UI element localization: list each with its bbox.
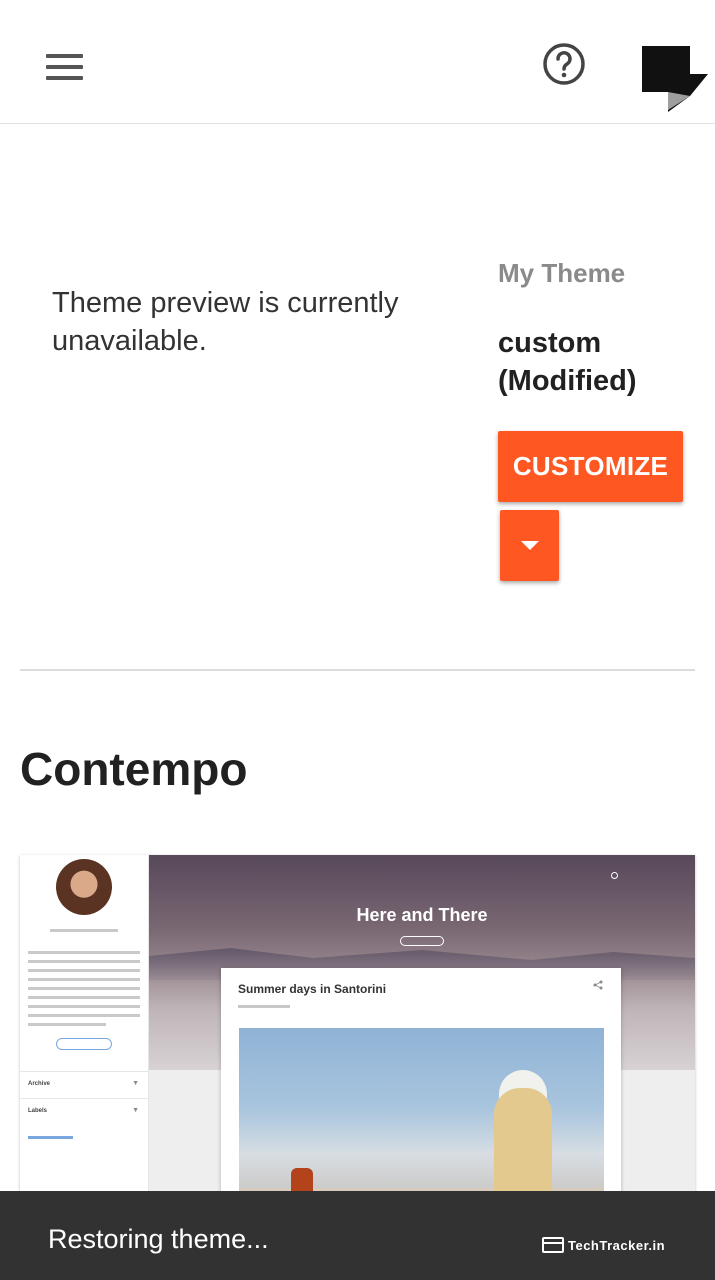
chevron-down-icon: ▼ [132,1107,139,1114]
my-theme-label: My Theme [498,258,626,288]
chevron-down-icon: ▼ [132,1080,139,1087]
section-divider [20,669,695,671]
hamburger-menu-icon[interactable] [36,42,92,92]
thumbnail-subscribe-pill [400,936,444,946]
thumbnail-text-line [28,960,140,963]
thumbnail-text-line [28,951,140,954]
current-theme-name: custom (Modified) [498,327,637,397]
thumbnail-text-line [28,978,140,981]
share-icon [593,980,603,990]
techtracker-watermark: TechTracker.in [542,1236,665,1254]
help-circle-icon[interactable] [540,40,588,88]
preview-unavailable-message: Theme preview is currently unavailable. [52,287,399,357]
watermark-text: TechTracker.in [568,1237,666,1253]
customize-button[interactable]: CUSTOMIZE [498,431,683,502]
thumbnail-text-line [28,969,140,972]
contempo-theme-thumbnail[interactable]: Archive ▼ Labels ▼ Here and There Summer… [20,855,695,1195]
top-app-bar [0,0,715,124]
snackbar-message: Restoring theme... [48,1224,269,1254]
thumbnail-sidebar-item: Labels ▼ [20,1098,149,1124]
thumbnail-text-line [28,1014,140,1017]
theme-family-title: Contempo [20,743,248,795]
thumbnail-post-card: Summer days in Santorini [221,968,621,1195]
browser-window-icon [542,1237,564,1253]
thumbnail-sidebar-label: Archive [28,1081,51,1087]
thumbnail-author-name [50,929,118,932]
search-icon [611,872,618,879]
theme-options-dropdown-button[interactable] [500,510,559,581]
thumbnail-tower [494,1088,552,1195]
thumbnail-text-line [28,996,140,999]
thumbnail-text-line [28,1023,106,1026]
thumbnail-blog-title: Here and There [356,905,488,925]
thumbnail-post-date [238,1005,290,1008]
thumbnail-text-line [28,1005,140,1008]
thumbnail-visit-profile-pill [56,1038,112,1050]
thumbnail-author-avatar [56,859,112,915]
thumbnail-sidebar-item: Archive ▼ [20,1071,149,1097]
thumbnail-report-abuse-link [28,1136,73,1139]
blogger-logo-icon[interactable] [642,46,710,112]
thumbnail-sidebar: Archive ▼ Labels ▼ [20,855,149,1195]
thumbnail-post-title: Summer days in Santorini [238,982,387,996]
thumbnail-sidebar-label: Labels [28,1108,48,1114]
caret-down-icon [520,541,539,550]
thumbnail-post-image [239,1028,604,1195]
thumbnail-text-line [28,987,140,990]
